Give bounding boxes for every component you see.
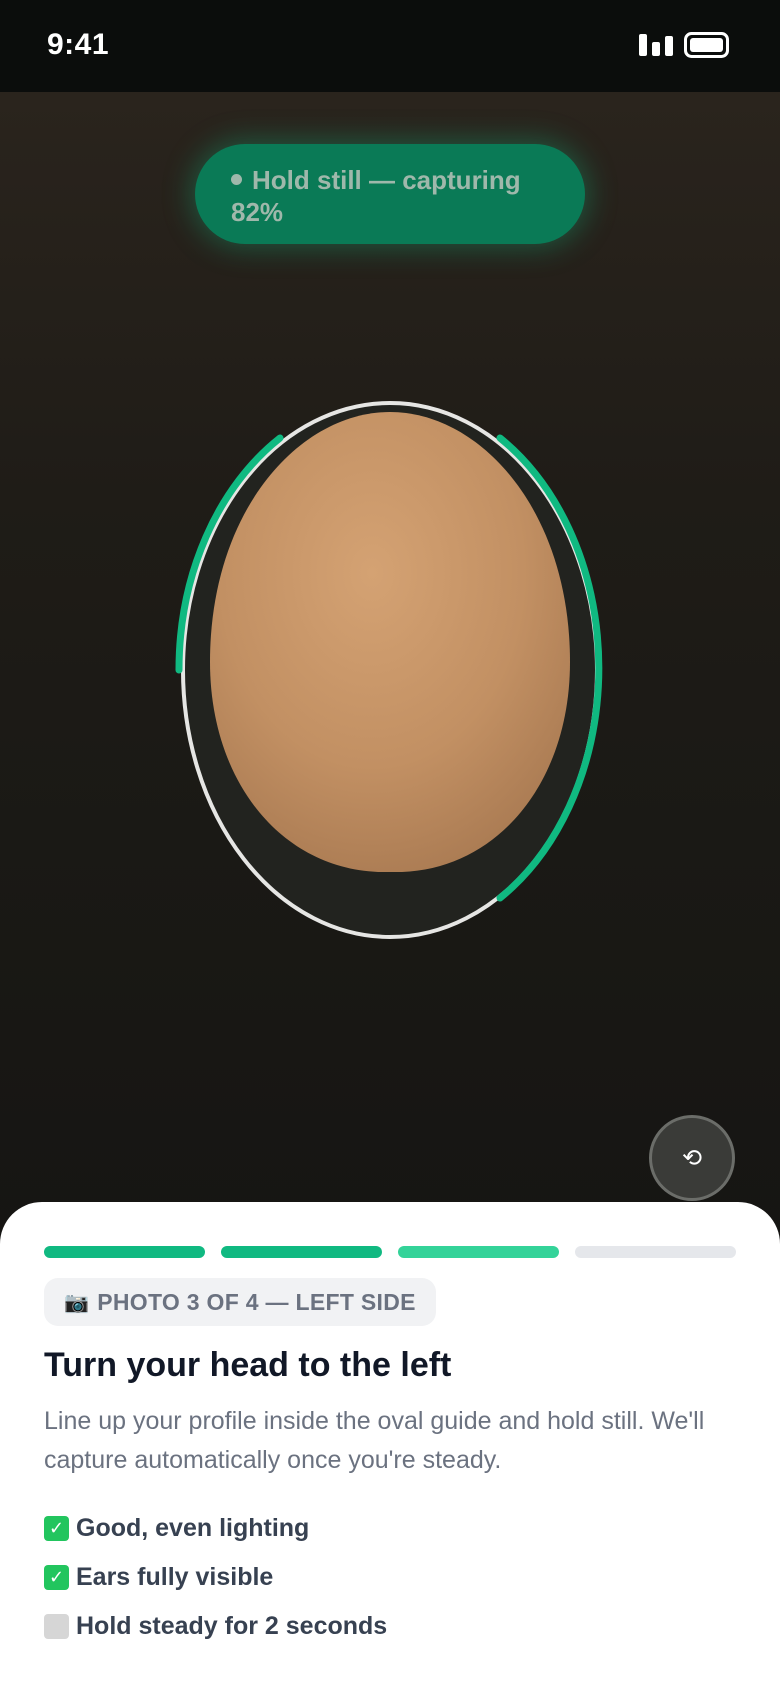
- checklist-item: ✓ Good, even lighting: [44, 1504, 387, 1553]
- battery-icon: [684, 32, 729, 58]
- checkbox-icon: ✓: [44, 1516, 69, 1541]
- capture-status-pill: Hold still — capturing 82%: [195, 144, 585, 244]
- checklist-item: ✓ Ears fully visible: [44, 1553, 387, 1602]
- checkbox-icon: [44, 1614, 69, 1639]
- progress-step-2: [221, 1246, 382, 1258]
- face-oval-guide: [175, 401, 603, 939]
- camera-icon: 📷: [64, 1290, 90, 1314]
- recording-dot-icon: [231, 173, 242, 185]
- status-bar: 9:41: [0, 0, 780, 92]
- progress-step-4: [575, 1246, 736, 1258]
- capture-checklist: ✓ Good, even lighting ✓ Ears fully visib…: [44, 1504, 387, 1651]
- status-time: 9:41: [47, 28, 110, 61]
- progress-step-3: [398, 1246, 559, 1258]
- checklist-item-label: Hold steady for 2 seconds: [76, 1612, 388, 1640]
- checkbox-icon: ✓: [44, 1565, 69, 1590]
- signal-icon: [639, 34, 673, 56]
- checklist-item-label: Ears fully visible: [76, 1563, 274, 1591]
- capture-status-text: Hold still — capturing 82%: [231, 165, 521, 227]
- rotate-camera-icon: ⟲: [681, 1144, 703, 1172]
- photo-step-label: PHOTO 3 OF 4 — LEFT SIDE: [97, 1288, 416, 1315]
- checklist-item: Hold steady for 2 seconds: [44, 1602, 387, 1651]
- instruction-sheet: 📷 PHOTO 3 OF 4 — LEFT SIDE Turn your hea…: [0, 1202, 780, 1688]
- instruction-title: Turn your head to the left: [44, 1346, 452, 1384]
- photo-step-chip: 📷 PHOTO 3 OF 4 — LEFT SIDE: [44, 1278, 436, 1326]
- switch-camera-button[interactable]: ⟲: [649, 1115, 735, 1201]
- instruction-description: Line up your profile inside the oval gui…: [44, 1407, 705, 1474]
- progress-step-1: [44, 1246, 205, 1258]
- checklist-item-label: Good, even lighting: [76, 1514, 310, 1542]
